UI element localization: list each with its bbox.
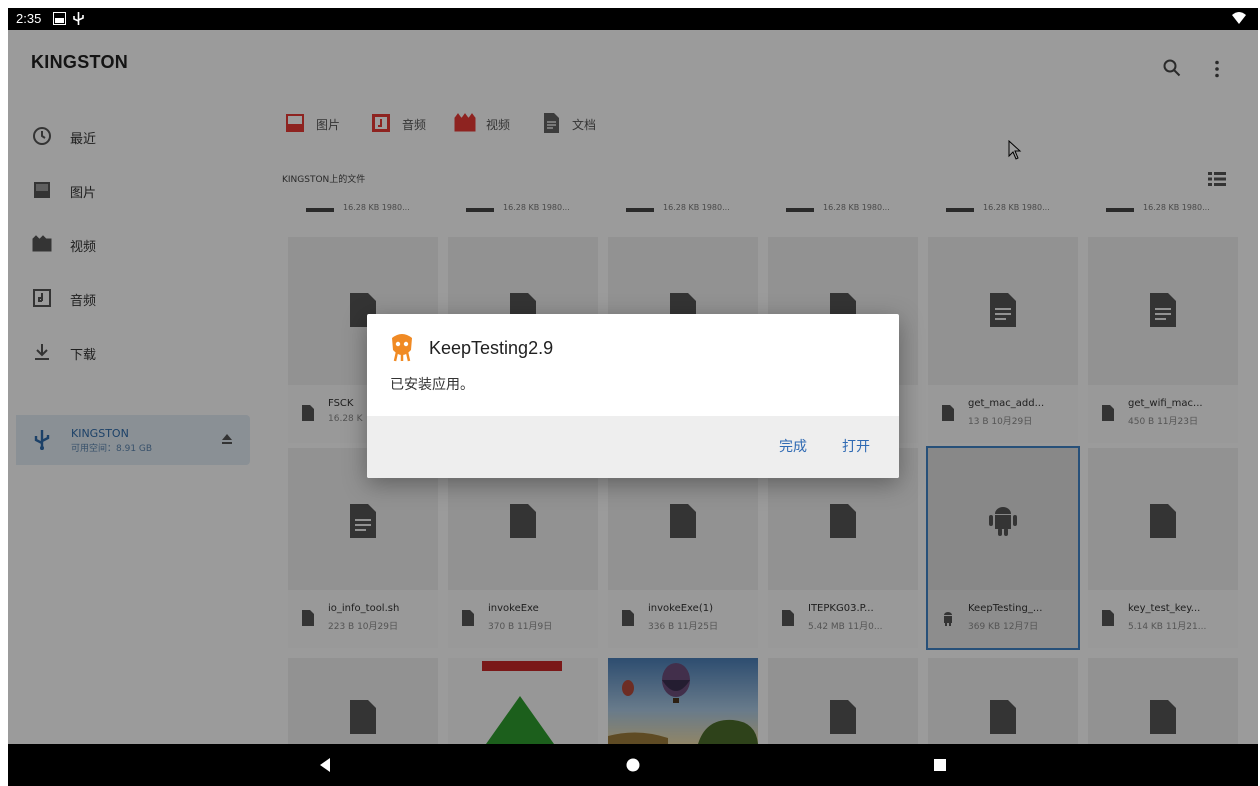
recents-icon[interactable] (932, 757, 948, 773)
home-icon[interactable] (625, 757, 641, 773)
notification-image-icon (53, 12, 66, 25)
wifi-icon (1232, 12, 1246, 24)
device-screen: 2:35 KINGSTON 最近 图片 视频 音频 下载 KINGSTON 可用… (8, 8, 1258, 786)
status-time: 2:35 (16, 11, 42, 26)
navigation-bar (8, 744, 1258, 786)
dialog-button-bar: 完成 打开 (367, 416, 899, 478)
install-complete-dialog: KeepTesting2.9 已安装应用。 完成 打开 (367, 314, 899, 478)
open-button[interactable]: 打开 (842, 436, 870, 456)
back-icon[interactable] (318, 757, 334, 773)
app-icon (392, 334, 412, 362)
dialog-title: KeepTesting2.9 (429, 338, 554, 358)
done-button[interactable]: 完成 (779, 436, 807, 456)
usb-notification-icon (73, 12, 84, 25)
files-app: KINGSTON 最近 图片 视频 音频 下载 KINGSTON 可用空间：8.… (8, 30, 1258, 744)
status-bar: 2:35 (8, 8, 1258, 30)
dialog-message: 已安装应用。 (390, 377, 474, 393)
